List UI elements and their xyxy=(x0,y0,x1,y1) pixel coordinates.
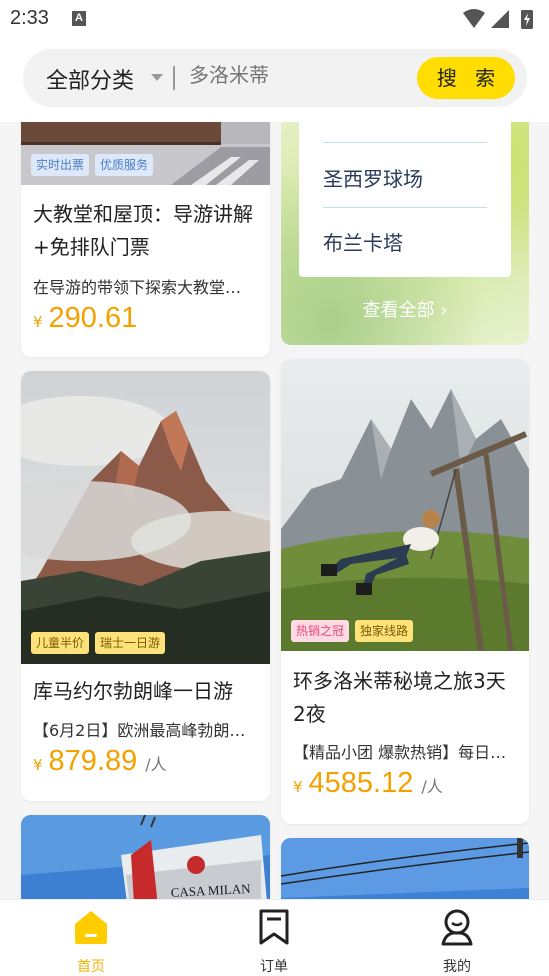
product-feed[interactable]: 实时出票 优质服务 大教堂和屋顶：导游讲解+免排队门票 在导游的带领下探索大教堂… xyxy=(0,122,549,899)
city-divider xyxy=(323,207,487,208)
view-all-link[interactable]: 查看全部 › xyxy=(281,296,529,322)
product-tag: 实时出票 xyxy=(31,154,90,176)
city-item[interactable]: 布兰卡塔 xyxy=(323,227,403,256)
wifi-icon xyxy=(463,9,485,28)
user-icon xyxy=(441,909,473,946)
price-amount: 290.61 xyxy=(48,302,138,334)
nav-profile[interactable]: 我的 xyxy=(417,908,497,976)
product-description: 在导游的带领下探索大教堂和屋顶 xyxy=(33,278,256,297)
product-title: 库马约尔勃朗峰一日游 xyxy=(33,679,233,703)
search-divider xyxy=(173,66,175,90)
home-icon xyxy=(75,911,107,944)
product-tag: 热销之冠 xyxy=(291,620,350,642)
price-unit: /人 xyxy=(421,777,443,796)
currency-symbol: ¥ xyxy=(293,778,303,796)
currency-symbol: ¥ xyxy=(33,756,43,774)
search-button[interactable]: 搜 索 xyxy=(417,57,515,99)
system-status-icons xyxy=(463,9,533,29)
product-description: 【6月2日】欧洲最高峰勃朗峰一日游 xyxy=(33,721,256,740)
product-tag: 独家线路 xyxy=(355,620,414,642)
category-dropdown[interactable]: 全部分类 xyxy=(46,63,134,95)
product-tags: 实时出票 优质服务 xyxy=(31,154,154,176)
nav-orders[interactable]: 订单 xyxy=(234,908,314,976)
chevron-down-icon[interactable] xyxy=(151,74,163,81)
currency-symbol: ¥ xyxy=(33,313,43,331)
product-card[interactable]: 儿童半价 瑞士一日游 库马约尔勃朗峰一日游 【6月2日】欧洲最高峰勃朗峰一日游 … xyxy=(21,371,270,801)
product-title: 大教堂和屋顶：导游讲解+免排队门票 xyxy=(33,202,253,259)
product-description: 【精品小团 爆款热销】每日出发 xyxy=(293,743,515,762)
nav-label: 订单 xyxy=(260,959,288,975)
city-divider xyxy=(323,142,487,143)
price-amount: 879.89 xyxy=(48,745,138,777)
product-card[interactable]: 实时出票 优质服务 大教堂和屋顶：导游讲解+免排队门票 在导游的带领下探索大教堂… xyxy=(21,122,270,357)
product-tag: 优质服务 xyxy=(95,154,154,176)
bottom-nav: 首页 订单 我的 xyxy=(0,899,549,976)
search-bar: 全部分类 搜 索 xyxy=(23,49,527,107)
signal-icon xyxy=(491,10,509,28)
product-image xyxy=(281,838,529,899)
product-tags: 儿童半价 瑞士一日游 xyxy=(31,632,166,654)
product-tag: 瑞士一日游 xyxy=(95,632,166,654)
product-tag: 儿童半价 xyxy=(31,632,90,654)
product-card[interactable] xyxy=(281,838,529,899)
nav-label: 我的 xyxy=(443,959,471,975)
nav-label: 首页 xyxy=(77,959,105,975)
product-price: ¥4585.12/人 xyxy=(293,767,443,800)
price-amount: 4585.12 xyxy=(308,767,414,799)
product-image xyxy=(281,359,529,651)
search-header: 全部分类 搜 索 xyxy=(0,38,549,122)
product-card[interactable]: CASA MILAN xyxy=(21,815,270,899)
product-price: ¥879.89/人 xyxy=(33,745,167,778)
notification-a-icon: A xyxy=(72,11,86,26)
product-price: ¥290.61 xyxy=(33,302,137,335)
product-image xyxy=(21,371,270,664)
price-unit: /人 xyxy=(145,755,167,774)
product-title: 环多洛米蒂秘境之旅3天2夜 xyxy=(293,669,506,726)
city-list: 圣西罗球场 布兰卡塔 xyxy=(299,122,511,277)
nav-home[interactable]: 首页 xyxy=(51,908,131,976)
product-image-text: CASA MILAN xyxy=(170,881,251,899)
city-item[interactable]: 圣西罗球场 xyxy=(323,163,423,192)
status-time: 2:33 xyxy=(10,7,49,29)
search-input[interactable] xyxy=(189,63,409,87)
status-bar: 2:33 A xyxy=(0,0,549,38)
product-card[interactable]: 热销之冠 独家线路 环多洛米蒂秘境之旅3天2夜 【精品小团 爆款热销】每日出发 … xyxy=(281,359,529,824)
product-tags: 热销之冠 独家线路 xyxy=(291,620,414,642)
bookmark-icon xyxy=(259,909,289,945)
city-list-card: 圣西罗球场 布兰卡塔 查看全部 › xyxy=(281,122,529,345)
product-image: CASA MILAN xyxy=(21,815,270,899)
